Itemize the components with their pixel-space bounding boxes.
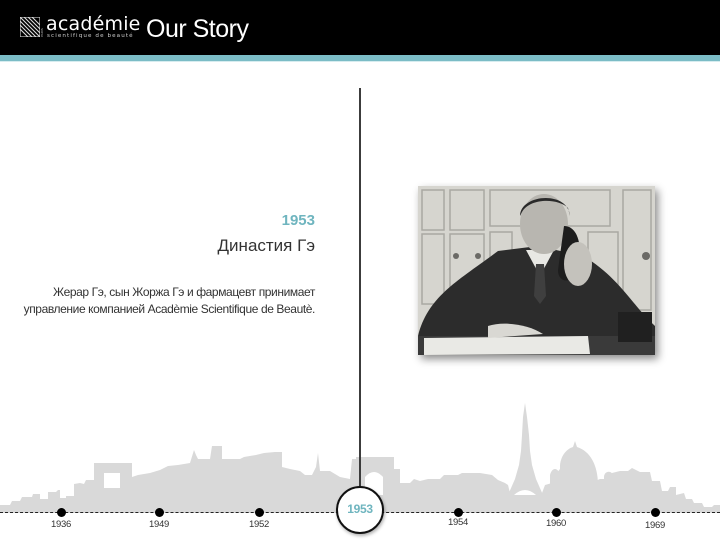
academie-logo-icon bbox=[20, 17, 40, 37]
event-year: 1953 bbox=[281, 212, 315, 229]
header-accent-stripe bbox=[0, 55, 720, 62]
timeline-year-1969[interactable]: 1969 bbox=[635, 520, 675, 531]
timeline-dot-1952[interactable] bbox=[254, 508, 264, 517]
timeline-dot-1949[interactable] bbox=[154, 508, 164, 517]
event-description: Жерар Гэ, сын Жоржа Гэ и фармацевт прини… bbox=[23, 285, 316, 316]
header-bar: PARIS académie scientifique de beauté Ou… bbox=[0, 0, 720, 55]
timeline-current-year-marker[interactable]: 1953 bbox=[336, 486, 384, 534]
timeline-dot-1969[interactable] bbox=[650, 508, 660, 517]
eiffel-tower bbox=[508, 403, 543, 495]
timeline-dot-1936[interactable] bbox=[56, 508, 66, 517]
timeline-dot-1960[interactable] bbox=[551, 508, 561, 517]
logo-tagline: scientifique de beauté bbox=[47, 33, 134, 39]
timeline-year-1949[interactable]: 1949 bbox=[139, 519, 179, 530]
logo-side-text: PARIS bbox=[40, 28, 44, 37]
grande-arche-opening bbox=[104, 473, 120, 488]
timeline-year-1936[interactable]: 1936 bbox=[41, 519, 81, 530]
current-year-label: 1953 bbox=[347, 502, 373, 516]
sacre-coeur bbox=[550, 441, 614, 495]
academie-logo[interactable]: PARIS académie scientifique de beauté bbox=[20, 13, 140, 42]
timeline-year-1954[interactable]: 1954 bbox=[438, 517, 478, 528]
event-title: Династия Гэ bbox=[217, 236, 315, 255]
logo-wordmark: académie bbox=[46, 13, 141, 35]
event-photo bbox=[418, 186, 655, 355]
timeline-dot-1954[interactable] bbox=[453, 508, 463, 517]
timeline-year-1952[interactable]: 1952 bbox=[239, 519, 279, 530]
timeline-year-1960[interactable]: 1960 bbox=[536, 518, 576, 529]
timeline-vertical-connector bbox=[359, 88, 361, 488]
portrait-photo-icon bbox=[418, 186, 655, 355]
page-title: Our Story bbox=[146, 15, 249, 43]
